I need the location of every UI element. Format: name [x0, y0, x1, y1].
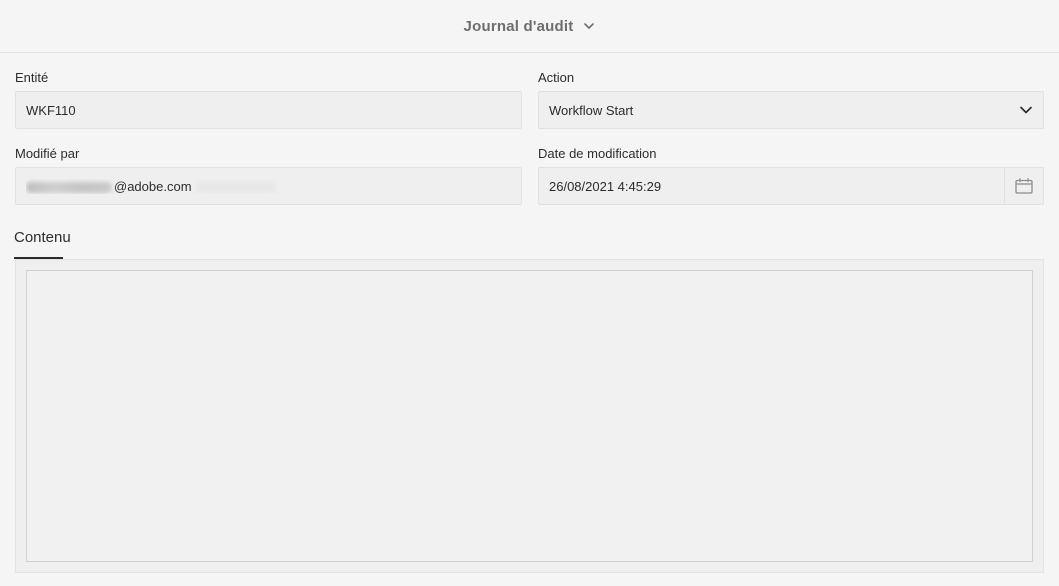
modified-date-value: 26/08/2021 4:45:29	[549, 178, 662, 194]
redacted-tail	[195, 182, 276, 193]
modified-by-value: @adobe.com	[26, 179, 511, 194]
calendar-icon	[1015, 178, 1033, 194]
chevron-down-icon	[584, 23, 595, 29]
modified-date-label: Date de modification	[538, 146, 657, 161]
app-header: Journal d'audit	[0, 0, 1059, 53]
chevron-down-icon[interactable]	[1019, 103, 1033, 117]
entity-field[interactable]: WKF110	[15, 91, 522, 129]
modified-date-field[interactable]: 26/08/2021 4:45:29	[538, 167, 1044, 205]
redacted-username	[26, 181, 112, 193]
content-textarea[interactable]	[26, 270, 1033, 562]
title-dropdown[interactable]: Journal d'audit	[464, 18, 596, 35]
action-value: Workflow Start	[549, 102, 634, 118]
calendar-button[interactable]	[1004, 168, 1043, 204]
tab-contenu[interactable]: Contenu	[14, 229, 71, 260]
modified-by-field[interactable]: @adobe.com	[15, 167, 522, 205]
entity-label: Entité	[15, 70, 49, 85]
page-title: Journal d'audit	[463, 17, 574, 35]
action-select[interactable]: Workflow Start	[538, 91, 1044, 129]
entity-value: WKF110	[26, 102, 76, 118]
modified-by-label: Modifié par	[15, 146, 80, 161]
email-domain: @adobe.com	[114, 178, 192, 194]
action-label: Action	[538, 70, 575, 85]
